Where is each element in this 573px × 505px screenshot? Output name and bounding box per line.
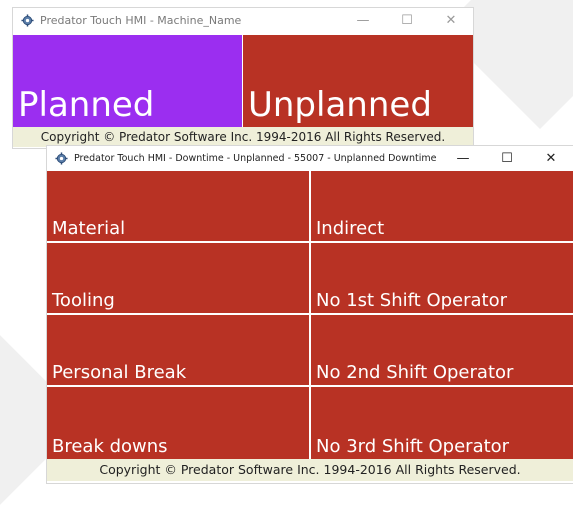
reason-label: Indirect <box>316 218 385 239</box>
title-bar[interactable]: Predator Touch HMI - Downtime - Unplanne… <box>47 146 573 170</box>
reason-indirect-button[interactable]: Indirect <box>311 171 573 241</box>
close-button[interactable]: ✕ <box>529 146 573 170</box>
reason-label: Material <box>52 218 126 239</box>
copyright-footer: Copyright © Predator Software Inc. 1994-… <box>47 459 573 481</box>
reason-break-downs-button[interactable]: Break downs <box>47 387 309 459</box>
gear-icon <box>54 151 68 165</box>
reason-label: No 1st Shift Operator <box>316 290 508 311</box>
minimize-button[interactable]: — <box>441 146 485 170</box>
reason-personal-break-button[interactable]: Personal Break <box>47 315 309 385</box>
planned-label: Planned <box>18 85 155 125</box>
reason-no-3rd-shift-operator-button[interactable]: No 3rd Shift Operator <box>311 387 573 459</box>
reason-material-button[interactable]: Material <box>47 171 309 241</box>
window-title: Predator Touch HMI - Downtime - Unplanne… <box>74 152 437 164</box>
unplanned-label: Unplanned <box>248 85 432 125</box>
reason-label: Break downs <box>52 436 168 457</box>
reason-label: No 2nd Shift Operator <box>316 362 514 383</box>
title-bar[interactable]: Predator Touch HMI - Machine_Name — ☐ ✕ <box>13 8 473 32</box>
copyright-footer: Copyright © Predator Software Inc. 1994-… <box>13 127 473 147</box>
machine-window: Predator Touch HMI - Machine_Name — ☐ ✕ … <box>13 8 473 148</box>
planned-button[interactable]: Planned <box>13 35 242 127</box>
gear-icon <box>20 13 34 27</box>
reason-label: No 3rd Shift Operator <box>316 436 510 457</box>
maximize-button[interactable]: ☐ <box>485 146 529 170</box>
maximize-button[interactable]: ☐ <box>385 8 429 32</box>
close-button[interactable]: ✕ <box>429 8 473 32</box>
reason-label: Personal Break <box>52 362 187 383</box>
minimize-button[interactable]: — <box>341 8 385 32</box>
reason-no-2nd-shift-operator-button[interactable]: No 2nd Shift Operator <box>311 315 573 385</box>
reason-tooling-button[interactable]: Tooling <box>47 243 309 313</box>
reason-no-1st-shift-operator-button[interactable]: No 1st Shift Operator <box>311 243 573 313</box>
reason-label: Tooling <box>52 290 115 311</box>
window-title: Predator Touch HMI - Machine_Name <box>40 13 242 27</box>
unplanned-button[interactable]: Unplanned <box>243 35 473 127</box>
downtime-window: Predator Touch HMI - Downtime - Unplanne… <box>47 146 573 483</box>
